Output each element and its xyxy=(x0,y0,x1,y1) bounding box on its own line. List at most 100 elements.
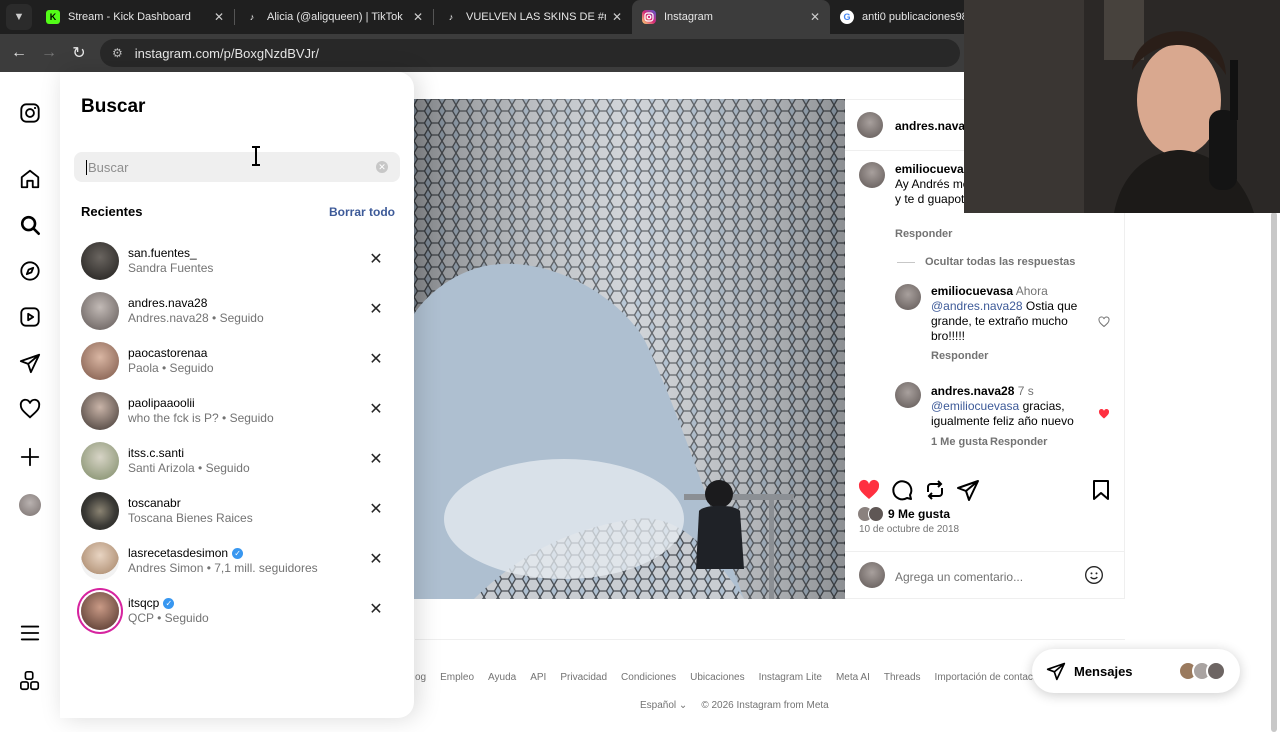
comment-input[interactable]: Agrega un comentario... xyxy=(895,570,1023,584)
tab-search-button[interactable]: ▼ xyxy=(6,4,32,30)
username-text: paolipaaoolii xyxy=(128,396,195,410)
recent-subtitle: Toscana Bienes Raices xyxy=(128,511,253,525)
save-bookmark-icon[interactable] xyxy=(1089,478,1113,502)
username-text: paocastorenaa xyxy=(128,346,208,360)
reload-icon[interactable]: ↻ xyxy=(64,38,94,68)
reply-likes[interactable]: 1 Me gusta xyxy=(931,436,988,448)
commenter-avatar[interactable] xyxy=(859,162,885,188)
create-plus-icon[interactable] xyxy=(17,444,43,470)
like-reply-icon[interactable] xyxy=(1098,316,1110,328)
liked-heart-icon[interactable] xyxy=(857,478,881,502)
footer-link[interactable]: Condiciones xyxy=(621,672,676,683)
remove-recent-icon[interactable]: ✕ xyxy=(368,302,384,318)
reply-link[interactable]: Responder xyxy=(895,228,952,240)
browser-tab-active[interactable]: Instagram ✕ xyxy=(632,0,830,34)
menu-icon[interactable] xyxy=(17,620,43,646)
footer-link[interactable]: Threads xyxy=(884,672,921,683)
recent-item[interactable]: paolipaaoolii who the fck is P? • Seguido… xyxy=(78,386,398,436)
remove-recent-icon[interactable]: ✕ xyxy=(368,352,384,368)
tab-title: VUELVEN LAS SKINS DE #naruto xyxy=(466,11,606,23)
notifications-heart-icon[interactable] xyxy=(17,396,43,422)
repost-icon[interactable] xyxy=(923,478,947,502)
footer-link[interactable]: API xyxy=(530,672,546,683)
close-tab-icon[interactable]: ✕ xyxy=(612,10,622,24)
recent-username: lasrecetasdesimon ✓ xyxy=(128,546,318,561)
browser-tab[interactable]: ♪ Alicia (@aligqueen) | TikTok ✕ xyxy=(235,0,433,34)
remove-recent-icon[interactable]: ✕ xyxy=(368,402,384,418)
comment-icon[interactable] xyxy=(890,478,914,502)
reply-avatar[interactable] xyxy=(895,284,921,310)
close-tab-icon[interactable]: ✕ xyxy=(214,10,224,24)
recent-username: andres.nava28 xyxy=(128,296,264,311)
recent-item[interactable]: lasrecetasdesimon ✓ Andres Simon • 7,1 mil… xyxy=(78,536,398,586)
recent-item[interactable]: san.fuentes_ Sandra Fuentes ✕ xyxy=(78,236,398,286)
footer-link[interactable]: Ubicaciones xyxy=(690,672,744,683)
forward-icon[interactable]: → xyxy=(34,38,64,68)
author-avatar[interactable] xyxy=(857,112,883,138)
remove-recent-icon[interactable]: ✕ xyxy=(368,552,384,568)
back-icon[interactable]: ← xyxy=(4,38,34,68)
clear-all-button[interactable]: Borrar todo xyxy=(329,205,395,219)
author-username[interactable]: andres.nava2 xyxy=(895,119,972,133)
footer-link[interactable]: Ayuda xyxy=(488,672,516,683)
reply-link[interactable]: Responder xyxy=(931,350,988,362)
profile-avatar[interactable] xyxy=(19,494,41,516)
search-icon[interactable] xyxy=(17,212,43,238)
clear-search-icon[interactable]: ✕ xyxy=(376,161,388,173)
instagram-icon xyxy=(642,10,656,24)
remove-recent-icon[interactable]: ✕ xyxy=(368,252,384,268)
avatar xyxy=(81,392,119,430)
liked-reply-icon[interactable] xyxy=(1098,408,1110,420)
browser-tab[interactable]: ♪ VUELVEN LAS SKINS DE #naruto ✕ xyxy=(434,0,632,34)
verified-badge-icon: ✓ xyxy=(163,598,175,609)
recent-item[interactable]: itsqcp ✓ QCP • Seguido ✕ xyxy=(78,586,398,636)
page-scrollbar[interactable] xyxy=(1271,212,1277,732)
recent-item[interactable]: itss.c.santi Santi Arizola • Seguido ✕ xyxy=(78,436,398,486)
messages-button[interactable]: Mensajes xyxy=(1032,649,1240,693)
recent-item[interactable]: andres.nava28 Andres.nava28 • Seguido ✕ xyxy=(78,286,398,336)
reply-avatar[interactable] xyxy=(895,382,921,408)
recent-username: toscanabr xyxy=(128,496,253,511)
site-info-icon[interactable]: ⚙ xyxy=(112,46,123,60)
reply-time: Ahora xyxy=(1015,284,1048,298)
url-field[interactable]: ⚙ instagram.com/p/BoxgNzdBVJr/ xyxy=(100,39,960,67)
recent-username: itss.c.santi xyxy=(128,446,250,461)
footer-link[interactable]: Privacidad xyxy=(560,672,607,683)
avatar xyxy=(81,542,119,580)
reply-link[interactable]: Responder xyxy=(990,436,1047,448)
likes-count[interactable]: 9 Me gusta xyxy=(857,506,950,522)
reply-username[interactable]: andres.nava28 xyxy=(931,384,1014,398)
instagram-logo-icon[interactable] xyxy=(17,100,43,126)
reply-username[interactable]: emiliocuevasa xyxy=(931,284,1013,298)
footer-link[interactable]: Meta AI xyxy=(836,672,870,683)
hide-replies-link[interactable]: Ocultar todas las respuestas xyxy=(897,256,1075,268)
remove-recent-icon[interactable]: ✕ xyxy=(368,602,384,618)
reply-mention[interactable]: @emiliocuevasa xyxy=(931,399,1019,413)
search-panel: Buscar ✕ Recientes Borrar todo san.fuent… xyxy=(60,72,414,718)
remove-recent-icon[interactable]: ✕ xyxy=(368,502,384,518)
recent-subtitle: Andres.nava28 • Seguido xyxy=(128,311,264,325)
recent-item[interactable]: toscanabr Toscana Bienes Raices ✕ xyxy=(78,486,398,536)
home-icon[interactable] xyxy=(17,166,43,192)
reply-mention[interactable]: @andres.nava28 xyxy=(931,299,1023,313)
reels-icon[interactable] xyxy=(17,304,43,330)
recent-item[interactable]: paocastorenaa Paola • Seguido ✕ xyxy=(78,336,398,386)
share-icon[interactable] xyxy=(956,478,980,502)
close-tab-icon[interactable]: ✕ xyxy=(810,10,820,24)
language-select[interactable]: Español ⌄ xyxy=(640,700,687,711)
meta-apps-icon[interactable] xyxy=(17,668,43,694)
post-image[interactable] xyxy=(414,99,845,599)
messages-nav-icon[interactable] xyxy=(17,350,43,376)
footer-link[interactable]: Instagram Lite xyxy=(759,672,822,683)
footer-link[interactable]: og xyxy=(415,672,426,683)
explore-icon[interactable] xyxy=(17,258,43,284)
footer-link[interactable]: Importación de contactos xyxy=(935,672,1047,683)
footer-link[interactable]: Empleo xyxy=(440,672,474,683)
browser-tab[interactable]: K Stream - Kick Dashboard ✕ xyxy=(36,0,234,34)
search-input[interactable] xyxy=(86,159,366,175)
username-text: lasrecetasdesimon xyxy=(128,546,229,560)
left-nav xyxy=(0,72,60,720)
remove-recent-icon[interactable]: ✕ xyxy=(368,452,384,468)
emoji-icon[interactable] xyxy=(1084,565,1104,585)
close-tab-icon[interactable]: ✕ xyxy=(413,10,423,24)
